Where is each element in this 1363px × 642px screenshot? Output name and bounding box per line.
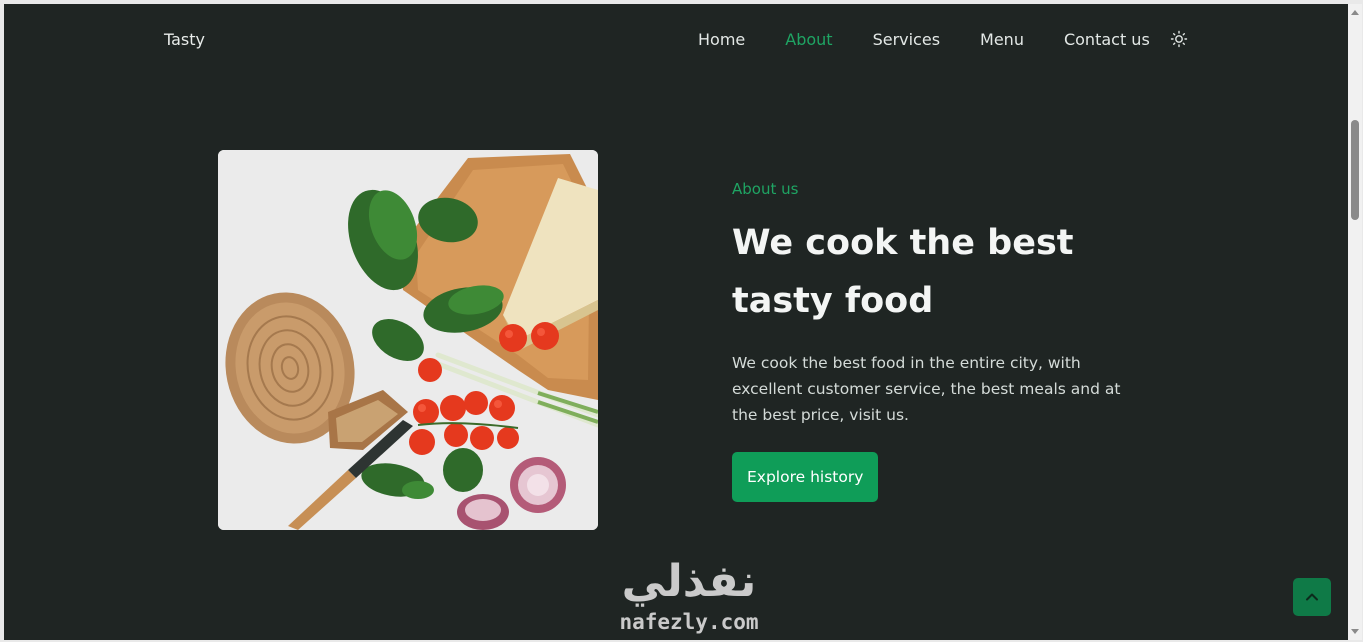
about-food-image	[218, 150, 598, 530]
scrollbar-thumb[interactable]	[1351, 120, 1359, 220]
about-title-line2: tasty food	[732, 281, 934, 321]
about-title: We cook the best tasty food	[732, 214, 1152, 330]
nav-menu[interactable]: Menu	[980, 30, 1024, 49]
main-nav: Home About Services Menu Contact us	[698, 30, 1190, 49]
about-description: We cook the best food in the entire city…	[732, 354, 1121, 424]
nav-home[interactable]: Home	[698, 30, 745, 49]
site-logo[interactable]: Tasty	[164, 30, 205, 49]
watermark-logo: نفذلي nafezly.com	[594, 556, 784, 640]
about-subtitle: About us	[732, 180, 799, 198]
scroll-up-arrow[interactable]	[1351, 10, 1359, 15]
scroll-down-arrow[interactable]	[1351, 629, 1359, 634]
scroll-top-button[interactable]	[1293, 578, 1331, 616]
nav-about[interactable]: About	[785, 30, 832, 49]
nav-contact[interactable]: Contact us	[1064, 30, 1150, 49]
explore-history-button[interactable]: Explore history	[732, 452, 879, 502]
chevron-up-icon	[1306, 593, 1318, 601]
page-scrollbar[interactable]	[1348, 4, 1362, 640]
sun-icon[interactable]	[1170, 30, 1188, 48]
about-title-line1: We cook the best	[732, 223, 1074, 263]
nav-services[interactable]: Services	[873, 30, 940, 49]
watermark-latin: nafezly.com	[619, 610, 759, 634]
watermark-arabic: نفذلي	[621, 556, 757, 607]
page-viewport: Tasty Home About Services Menu Contact u…	[4, 4, 1348, 640]
